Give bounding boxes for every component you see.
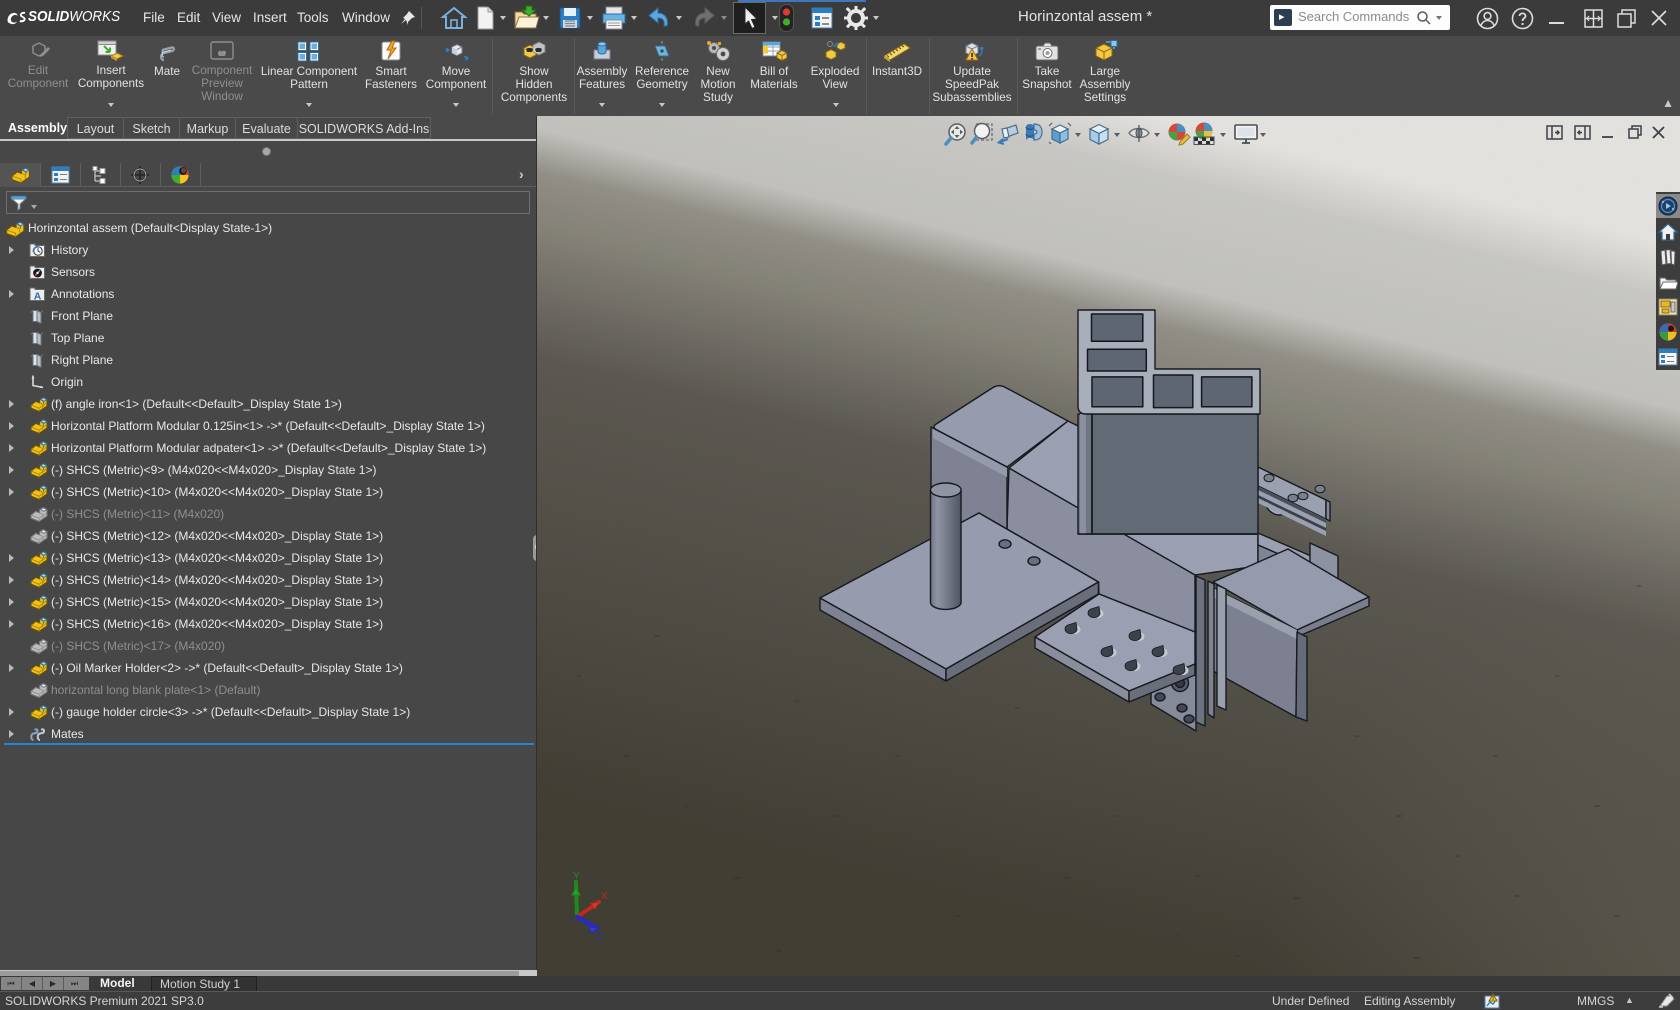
svg-text:!: ! bbox=[1492, 996, 1494, 1002]
svg-text:Y: Y bbox=[573, 871, 580, 882]
svg-text:X: X bbox=[601, 891, 608, 902]
svg-text:Z: Z bbox=[597, 932, 603, 943]
